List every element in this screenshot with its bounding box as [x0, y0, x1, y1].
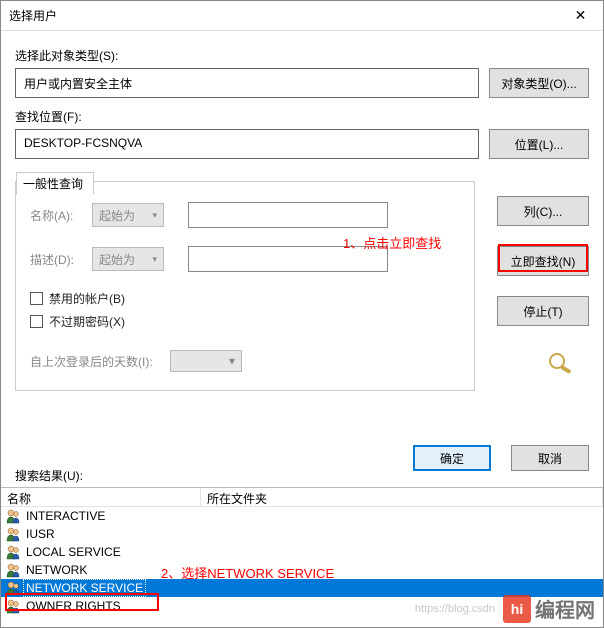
watermark-logo-icon: hi	[503, 595, 531, 623]
principal-icon	[5, 526, 21, 542]
principal-icon	[5, 508, 21, 524]
annotation-2: 2、选择NETWORK SERVICE	[161, 563, 334, 582]
name-field-label: 名称(A):	[30, 207, 92, 224]
close-button[interactable]: ✕	[558, 1, 603, 31]
magnifier-icon	[545, 351, 577, 375]
no-expire-label: 不过期密码(X)	[49, 313, 125, 330]
days-since-login-label: 自上次登录后的天数(I):	[30, 353, 170, 370]
column-name[interactable]: 名称	[1, 488, 201, 506]
principal-icon	[5, 544, 21, 560]
search-results-label: 搜索结果(U):	[15, 467, 83, 484]
table-row[interactable]: LOCAL SERVICE	[1, 543, 603, 561]
desc-mode-dropdown[interactable]: 起始为 ▾	[92, 247, 164, 271]
desc-field-label: 描述(D):	[30, 251, 92, 268]
row-name: NETWORK SERVICE	[24, 580, 145, 596]
window-title: 选择用户	[9, 7, 558, 24]
desc-mode-value: 起始为	[99, 251, 135, 268]
table-row[interactable]: IUSR	[1, 525, 603, 543]
watermark-text: 编程网	[535, 594, 595, 623]
name-mode-dropdown[interactable]: 起始为 ▾	[92, 203, 164, 227]
column-folder[interactable]: 所在文件夹	[201, 488, 603, 506]
name-input[interactable]	[188, 202, 388, 228]
object-type-label: 选择此对象类型(S):	[15, 47, 589, 64]
object-type-input[interactable]: 用户或内置安全主体	[15, 68, 479, 98]
row-name: OWNER RIGHTS	[24, 598, 123, 614]
principal-icon	[5, 580, 21, 596]
no-expire-checkbox[interactable]: 不过期密码(X)	[30, 313, 460, 330]
chevron-down-icon: ▾	[152, 254, 157, 265]
locations-button[interactable]: 位置(L)...	[489, 129, 589, 159]
cancel-button[interactable]: 取消	[511, 445, 589, 471]
checkbox-icon	[30, 292, 43, 305]
watermark-url: https://blog.csdn	[415, 603, 495, 615]
common-queries-legend: 一般性查询	[16, 172, 94, 195]
row-name: INTERACTIVE	[24, 508, 107, 524]
chevron-down-icon: ▾	[229, 354, 235, 368]
columns-button[interactable]: 列(C)...	[497, 196, 589, 226]
location-label: 查找位置(F):	[15, 108, 589, 125]
disabled-accounts-checkbox[interactable]: 禁用的帐户(B)	[30, 290, 460, 307]
chevron-down-icon: ▾	[152, 210, 157, 221]
stop-button[interactable]: 停止(T)	[497, 296, 589, 326]
row-name: NETWORK	[24, 562, 89, 578]
location-input[interactable]: DESKTOP-FCSNQVA	[15, 129, 479, 159]
row-name: IUSR	[24, 526, 57, 542]
find-now-button[interactable]: 立即查找(N)	[497, 246, 589, 276]
annotation-1: 1、点击立即查找	[343, 233, 441, 252]
checkbox-icon	[30, 315, 43, 328]
disabled-accounts-label: 禁用的帐户(B)	[49, 290, 125, 307]
titlebar: 选择用户 ✕	[1, 1, 603, 31]
common-queries-fieldset: 一般性查询 名称(A): 起始为 ▾ 描述(D): 起始为 ▾ 禁用的帐户(B)…	[15, 181, 475, 391]
row-name: LOCAL SERVICE	[24, 544, 123, 560]
table-row[interactable]: INTERACTIVE	[1, 507, 603, 525]
principal-icon	[5, 562, 21, 578]
principal-icon	[5, 598, 21, 614]
name-mode-value: 起始为	[99, 207, 135, 224]
days-dropdown[interactable]: ▾	[170, 350, 242, 372]
results-header: 名称 所在文件夹	[1, 487, 603, 507]
watermark: https://blog.csdn hi 编程网	[415, 594, 595, 623]
object-types-button[interactable]: 对象类型(O)...	[489, 68, 589, 98]
ok-button[interactable]: 确定	[413, 445, 491, 471]
